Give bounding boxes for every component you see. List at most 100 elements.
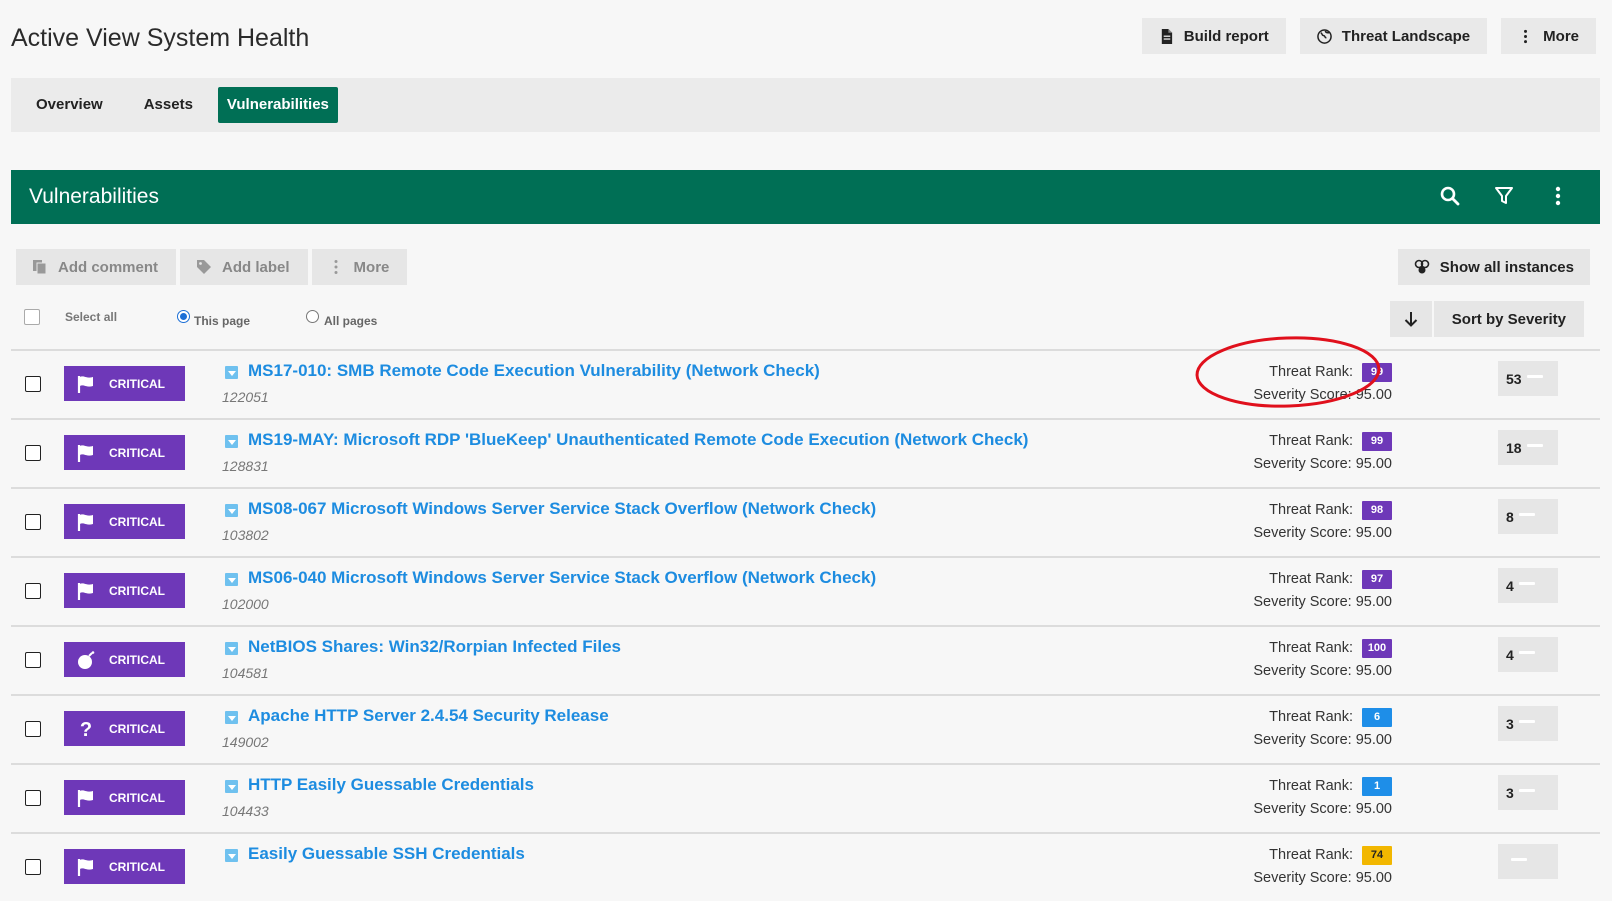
flag-icon (76, 512, 96, 532)
severity-score-label: Severity Score: (1253, 663, 1352, 679)
select-all-label: Select all (65, 310, 118, 324)
tab-bar: Overview Assets Vulnerabilities (11, 78, 1600, 132)
tab-assets[interactable]: Assets (128, 87, 209, 123)
vulnerability-title-link[interactable]: MS17-010: SMB Remote Code Execution Vuln… (248, 361, 820, 381)
severity-badge: CRITICAL (64, 780, 185, 815)
severity-badge: CRITICAL (64, 435, 185, 470)
add-label-button[interactable]: Add label (180, 249, 308, 285)
instance-count-button[interactable]: 4 (1498, 637, 1558, 672)
instance-count-button[interactable] (1498, 844, 1558, 879)
expand-chevron-icon[interactable] (225, 366, 238, 379)
minus-icon (1518, 581, 1535, 585)
kebab-icon (1524, 29, 1528, 43)
severity-score-label: Severity Score: (1253, 732, 1352, 748)
kebab-icon[interactable] (1546, 184, 1570, 208)
instance-count: 3 (1506, 784, 1514, 801)
tab-overview[interactable]: Overview (20, 87, 119, 123)
vulnerability-title-link[interactable]: Apache HTTP Server 2.4.54 Security Relea… (248, 706, 609, 726)
expand-chevron-icon[interactable] (225, 573, 238, 586)
globe-icon (1316, 28, 1332, 44)
more-bulk-button[interactable]: More (311, 249, 408, 285)
expand-chevron-icon[interactable] (225, 780, 238, 793)
severity-score-label: Severity Score: (1253, 594, 1352, 610)
severity-label: CRITICAL (109, 859, 165, 874)
vulnerability-title-link[interactable]: Easily Guessable SSH Credentials (248, 844, 525, 864)
panel-title: Vulnerabilities (29, 185, 159, 208)
risk-meta: Threat Rank: 99 Severity Score: 95.00 (1253, 361, 1392, 403)
show-all-instances-button[interactable]: Show all instances (1397, 249, 1590, 285)
severity-score-value: 95.00 (1355, 594, 1392, 610)
severity-score-value: 95.00 (1355, 456, 1392, 472)
vulnerability-row: CRITICAL MS17-010: SMB Remote Code Execu… (11, 349, 1600, 418)
build-report-button[interactable]: Build report (1141, 18, 1286, 54)
severity-score-value: 95.00 (1355, 387, 1392, 403)
row-checkbox[interactable] (25, 859, 41, 875)
add-comment-label: Add comment (58, 258, 159, 276)
row-checkbox[interactable] (25, 583, 41, 599)
minus-icon (1511, 857, 1527, 861)
sort-direction-button[interactable] (1389, 301, 1434, 337)
severity-score-label: Severity Score: (1253, 870, 1352, 886)
add-comment-button[interactable]: Add comment (16, 249, 177, 285)
instance-count-button[interactable]: 3 (1498, 706, 1558, 741)
severity-score-value: 95.00 (1355, 870, 1392, 886)
instance-count-button[interactable]: 18 (1498, 430, 1558, 465)
row-checkbox[interactable] (25, 721, 41, 737)
expand-chevron-icon[interactable] (225, 504, 238, 517)
add-label-label: Add label (222, 258, 290, 276)
expand-chevron-icon[interactable] (225, 849, 238, 862)
expand-chevron-icon[interactable] (225, 435, 238, 448)
severity-badge: CRITICAL (64, 573, 185, 608)
row-checkbox[interactable] (25, 790, 41, 806)
minus-icon (1518, 650, 1535, 654)
severity-score-value: 95.00 (1355, 732, 1392, 748)
instance-count-button[interactable]: 53 (1498, 361, 1558, 396)
row-checkbox[interactable] (25, 514, 41, 530)
instance-count-button[interactable]: 4 (1498, 568, 1558, 603)
instance-count-button[interactable]: 8 (1498, 499, 1558, 534)
threat-rank-label: Threat Rank: (1269, 571, 1353, 587)
vulnerability-title-link[interactable]: MS08-067 Microsoft Windows Server Servic… (248, 499, 876, 519)
instance-count-button[interactable]: 3 (1498, 775, 1558, 810)
threat-landscape-label: Threat Landscape (1341, 27, 1471, 45)
instance-count: 18 (1506, 439, 1522, 456)
vulnerability-title-link[interactable]: HTTP Easily Guessable Credentials (248, 775, 534, 795)
minus-icon (1518, 719, 1535, 723)
row-checkbox[interactable] (25, 376, 41, 392)
instance-count: 53 (1506, 370, 1522, 387)
document-icon (1161, 28, 1172, 44)
vulnerability-id: 149002 (222, 734, 269, 750)
expand-chevron-icon[interactable] (225, 642, 238, 655)
panel-header: Vulnerabilities (11, 170, 1600, 224)
more-actions-button[interactable]: More (1501, 18, 1596, 54)
sort-by-button[interactable]: Sort by Severity (1433, 301, 1584, 337)
expand-chevron-icon[interactable] (225, 711, 238, 724)
row-checkbox[interactable] (25, 652, 41, 668)
this-page-radio[interactable] (177, 310, 190, 323)
threat-rank-label: Threat Rank: (1269, 778, 1353, 794)
instance-count: 3 (1506, 715, 1514, 732)
severity-score-value: 95.00 (1355, 525, 1392, 541)
vulnerability-title-link[interactable]: MS19-MAY: Microsoft RDP 'BlueKeep' Unaut… (248, 430, 1028, 450)
vulnerability-title-link[interactable]: MS06-040 Microsoft Windows Server Servic… (248, 568, 876, 588)
filter-icon[interactable] (1492, 184, 1516, 208)
all-pages-radio[interactable] (306, 310, 319, 323)
severity-label: CRITICAL (109, 790, 165, 805)
vulnerability-id: 104581 (222, 665, 269, 681)
search-icon[interactable] (1438, 184, 1462, 208)
minus-icon (1526, 443, 1543, 447)
select-all-checkbox[interactable] (24, 309, 40, 325)
tab-vulnerabilities[interactable]: Vulnerabilities (217, 87, 338, 123)
vulnerability-id: 104433 (222, 803, 269, 819)
severity-score-label: Severity Score: (1253, 801, 1352, 817)
row-checkbox[interactable] (25, 445, 41, 461)
arrow-down-icon (1404, 312, 1417, 327)
threat-rank-badge: 74 (1362, 845, 1392, 865)
question-icon: ? (76, 719, 96, 739)
flag-icon (76, 788, 96, 808)
instance-count: 4 (1506, 577, 1514, 594)
header-actions: Build report Threat Landscape More (1141, 18, 1596, 54)
severity-score-label: Severity Score: (1253, 525, 1352, 541)
threat-landscape-button[interactable]: Threat Landscape (1299, 18, 1488, 54)
vulnerability-title-link[interactable]: NetBIOS Shares: Win32/Rorpian Infected F… (248, 637, 621, 657)
